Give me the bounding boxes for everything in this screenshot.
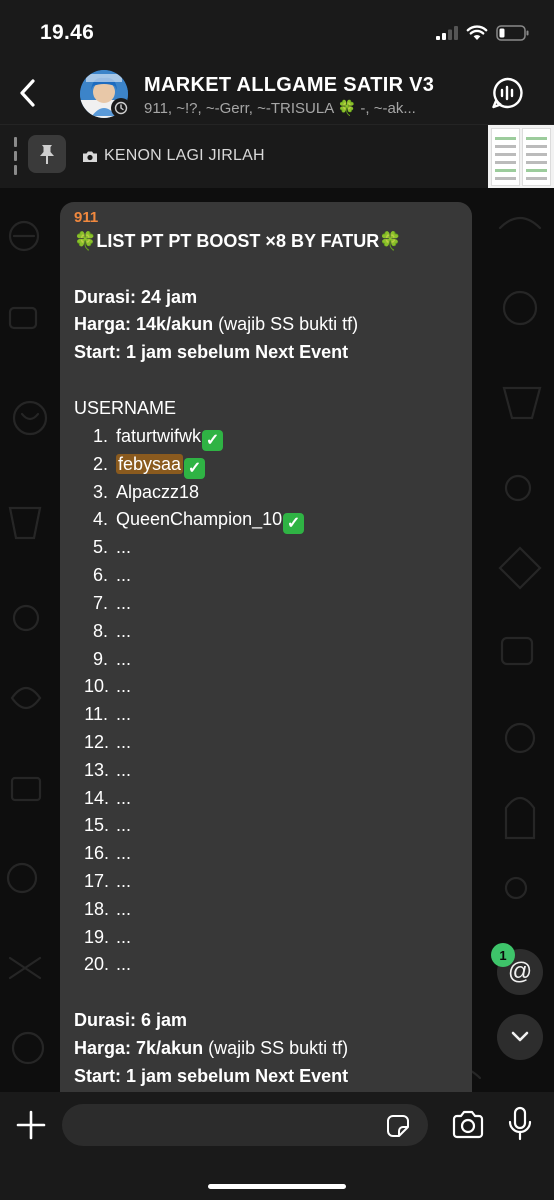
battery-icon (496, 25, 529, 41)
pinned-label: KENON LAGI JIRLAH (104, 147, 265, 164)
username-text: QueenChampion_10 (116, 509, 283, 530)
pin-button[interactable] (28, 135, 66, 173)
username-text: ... (116, 676, 132, 697)
camera-button[interactable] (451, 1110, 485, 1140)
check-mark-icon: ✓ (184, 457, 206, 479)
message-composer (0, 1092, 554, 1200)
pinned-message-bar[interactable]: KENON LAGI JIRLAH (0, 124, 554, 189)
disappearing-timer-icon (111, 98, 131, 118)
camera-icon (83, 151, 97, 162)
pinned-text: KENON LAGI JIRLAH (82, 147, 265, 165)
attach-button[interactable] (14, 1108, 48, 1142)
wifi-icon (466, 25, 488, 40)
plus-icon (16, 1110, 46, 1140)
message-title-line: 🍀LIST PT PT BOOST ×8 BY FATUR🍀 (74, 228, 458, 256)
pinned-thumbnail[interactable] (488, 125, 554, 189)
chevron-left-icon (20, 79, 35, 107)
microphone-icon (508, 1106, 532, 1141)
pin-icon (40, 145, 54, 164)
username-text: ... (116, 787, 132, 808)
chat-area[interactable]: 911 🍀LIST PT PT BOOST ×8 BY FATUR🍀 Duras… (0, 188, 554, 1092)
harga-line: Harga: 14k/akun (wajib SS bukti tf) (74, 314, 359, 335)
username-item: 2. febysaa ✓ (74, 451, 458, 479)
username-text: ... (116, 648, 132, 669)
harga-line-2: Harga: 7k/akun (wajib SS bukti tf) (74, 1037, 349, 1058)
username-text: ... (116, 704, 132, 725)
chat-members[interactable]: 911, ~!?, ~-Gerr, ~-TRISULA 🍀 -, ~-ak... (144, 99, 462, 117)
username-item: 8.... (92, 620, 132, 641)
username-text: faturtwifwk (116, 425, 202, 446)
start-line-2: Start: 1 jam sebelum Next Event (74, 1065, 349, 1086)
username-item: 13.... (84, 759, 132, 780)
username-text: febysaa (116, 453, 184, 474)
username-item: 1. faturtwifwk ✓ (74, 423, 458, 451)
username-item: 3. Alpaczz18 (92, 481, 200, 502)
voice-chat-icon (492, 77, 523, 109)
username-text: ... (116, 592, 132, 613)
home-indicator (208, 1184, 346, 1189)
microphone-button[interactable] (506, 1106, 534, 1142)
start-line: Start: 1 jam sebelum Next Event (74, 342, 349, 363)
check-mark-icon: ✓ (202, 429, 224, 451)
username-list: 1. faturtwifwk ✓ 2. febysaa ✓ 3. Alpaczz18 4. Que… (74, 423, 458, 980)
mention-count-badge: 1 (491, 943, 515, 967)
username-text: ... (116, 954, 132, 975)
cellular-signal-icon (436, 26, 458, 40)
status-icons (436, 22, 530, 44)
username-item: 20.... (84, 954, 132, 975)
username-item: 9.... (92, 648, 132, 669)
camera-icon (452, 1110, 484, 1139)
sticker-button[interactable] (386, 1114, 410, 1138)
username-text: ... (116, 537, 132, 558)
username-item: 7.... (92, 592, 132, 613)
message-input[interactable] (62, 1104, 428, 1146)
chat-title[interactable]: MARKET ALLGAME SATIR V3 (144, 74, 434, 97)
clover-emoji: 🍀 (379, 231, 402, 251)
status-time: 19.46 (40, 21, 95, 44)
username-item: 19.... (84, 926, 132, 947)
username-item: 11.... (84, 704, 132, 725)
username-item: 10.... (84, 676, 132, 697)
username-text: ... (116, 815, 132, 836)
durasi-line-2: Durasi: 6 jam (74, 1009, 188, 1030)
username-item: 18.... (84, 898, 132, 919)
pinned-indicator (14, 137, 17, 175)
username-text: ... (116, 898, 132, 919)
chat-header: MARKET ALLGAME SATIR V3 911, ~!?, ~-Gerr… (0, 62, 554, 124)
username-item: 4. QueenChampion_10 ✓ (74, 506, 458, 535)
clover-emoji: 🍀 (74, 231, 97, 251)
check-mark-icon: ✓ (283, 513, 305, 535)
voice-chat-button[interactable] (490, 76, 524, 110)
username-text: Alpaczz18 (116, 481, 200, 502)
message-title: LIST PT PT BOOST ×8 BY FATUR (96, 231, 380, 251)
username-text: ... (116, 843, 132, 864)
username-item: 14.... (84, 787, 132, 808)
username-text: ... (116, 620, 132, 641)
message-sender[interactable]: 911 (74, 208, 458, 228)
status-bar: 19.46 (0, 0, 554, 62)
durasi-line: Durasi: 24 jam (74, 286, 198, 307)
back-button[interactable] (12, 72, 42, 114)
username-item: 12.... (84, 731, 132, 752)
sticker-icon (387, 1115, 409, 1137)
username-item: 17.... (84, 870, 132, 891)
username-heading: USERNAME (74, 397, 177, 418)
username-item: 5.... (92, 537, 132, 558)
username-item: 16.... (84, 843, 132, 864)
username-text: ... (116, 926, 132, 947)
username-text: ... (116, 731, 132, 752)
chevron-down-icon (511, 1031, 529, 1042)
username-item: 15.... (84, 815, 132, 836)
username-text: ... (116, 759, 132, 780)
username-item: 6.... (92, 565, 132, 586)
message-bubble[interactable]: 911 🍀LIST PT PT BOOST ×8 BY FATUR🍀 Duras… (60, 202, 472, 1092)
username-text: ... (116, 870, 132, 891)
username-text: ... (116, 565, 132, 586)
scroll-down-button[interactable] (497, 1014, 543, 1060)
